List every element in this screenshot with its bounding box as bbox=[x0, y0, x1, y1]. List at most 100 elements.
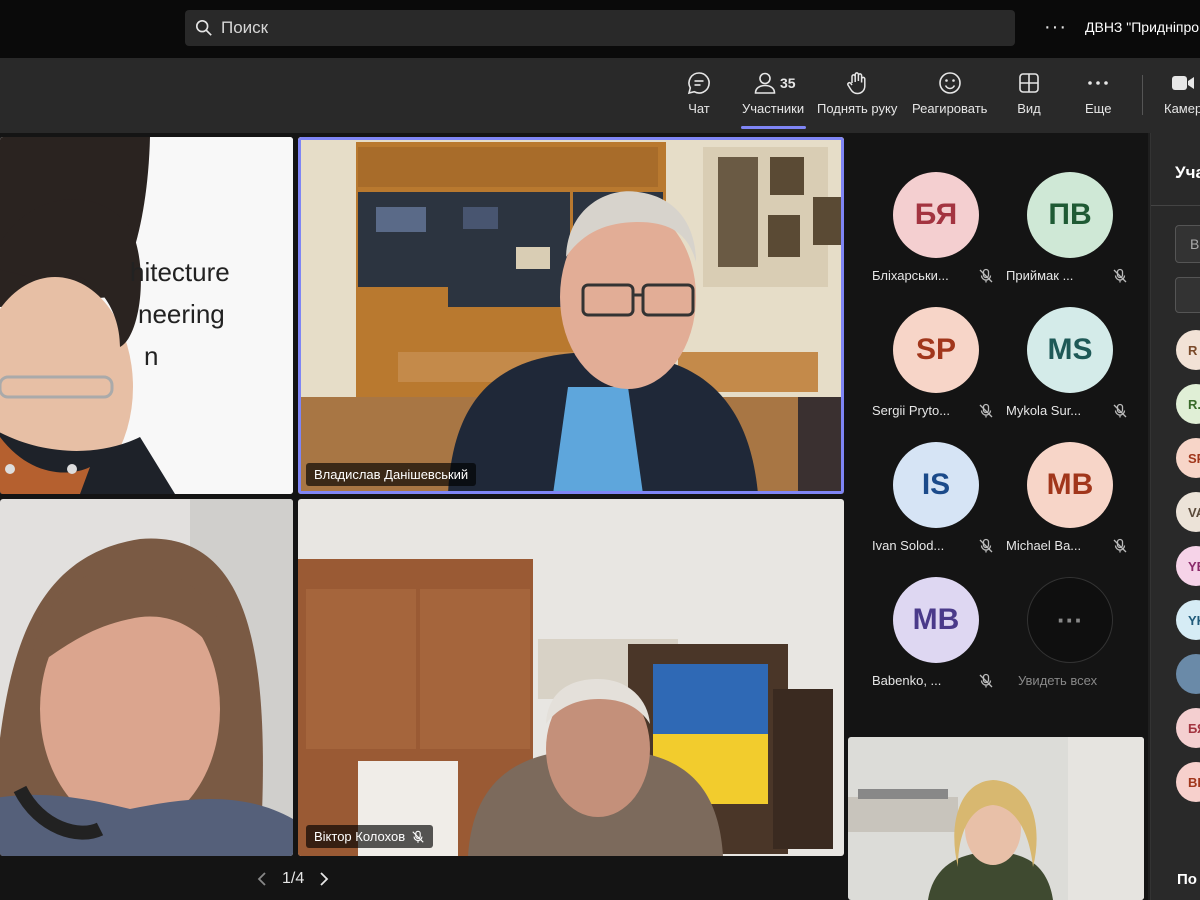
more-options-icon[interactable]: ··· bbox=[1044, 16, 1067, 39]
panel-participant-avatar[interactable]: БЯ bbox=[1176, 708, 1200, 748]
participants-count: 35 bbox=[780, 75, 796, 91]
page-navigation: 1/4 bbox=[256, 870, 330, 888]
self-video bbox=[848, 737, 1144, 900]
participants-label: Участники bbox=[742, 101, 805, 116]
avatar: ПВ bbox=[1027, 172, 1113, 258]
title-bar: Поиск ··· ДВНЗ "Придніпро bbox=[0, 0, 1200, 58]
roster-participant[interactable]: IS Ivan Solod... bbox=[872, 442, 1000, 572]
slide-line: n bbox=[144, 341, 159, 371]
participant-name: Ivan Solod... bbox=[872, 538, 945, 553]
ellipsis-icon: ··· bbox=[1027, 577, 1113, 663]
video-tile[interactable]: hitecture neering n bbox=[0, 137, 293, 494]
panel-participant-avatar[interactable]: R bbox=[1176, 330, 1200, 370]
search-placeholder: Поиск bbox=[221, 18, 269, 37]
view-button[interactable]: Вид bbox=[1016, 70, 1042, 116]
chat-icon bbox=[687, 72, 710, 95]
participant-video bbox=[298, 499, 844, 856]
avatar: MB bbox=[1027, 442, 1113, 528]
avatar: MB bbox=[893, 577, 979, 663]
participant-name: Приймак ... bbox=[1006, 268, 1074, 283]
panel-participant-avatar[interactable]: SP bbox=[1176, 438, 1200, 478]
panel-participant-avatar[interactable]: YK bbox=[1176, 600, 1200, 640]
participant-name-tag: Віктор Колохов bbox=[306, 825, 434, 848]
slide-line: neering bbox=[138, 299, 225, 329]
panel-participant-avatar[interactable]: YB bbox=[1176, 546, 1200, 586]
participant-name: Віктор Колохов bbox=[314, 829, 406, 844]
self-view-tile[interactable] bbox=[848, 737, 1144, 900]
participant-video bbox=[298, 137, 844, 494]
mic-muted-icon bbox=[1112, 538, 1128, 554]
toolbar-divider bbox=[1142, 75, 1143, 115]
chevron-left-icon[interactable] bbox=[256, 871, 268, 887]
participant-name: Бліхарськи... bbox=[872, 268, 949, 283]
see-all-participants[interactable]: ··· Увидеть всех bbox=[1006, 577, 1134, 707]
avatar: IS bbox=[893, 442, 979, 528]
avatar: MS bbox=[1027, 307, 1113, 393]
raise-hand-label: Поднять руку bbox=[817, 101, 898, 116]
mic-muted-icon bbox=[1112, 403, 1128, 419]
active-speaker-tile[interactable]: Владислав Данішевський bbox=[298, 137, 844, 494]
more-button[interactable]: Еще bbox=[1085, 70, 1111, 116]
roster-participant[interactable]: БЯ Бліхарськи... bbox=[872, 172, 1000, 302]
participant-name: Mykola Sur... bbox=[1006, 403, 1082, 418]
panel-participant-avatar[interactable] bbox=[1176, 654, 1200, 694]
slide-line: hitecture bbox=[130, 257, 230, 287]
chevron-right-icon[interactable] bbox=[318, 871, 330, 887]
organization-name[interactable]: ДВНЗ "Придніпро bbox=[1085, 19, 1199, 35]
participants-button[interactable]: 35 Участники bbox=[742, 70, 804, 116]
people-icon bbox=[754, 72, 776, 94]
more-label: Еще bbox=[1085, 101, 1112, 116]
page-indicator: 1/4 bbox=[282, 870, 305, 887]
avatar: БЯ bbox=[893, 172, 979, 258]
roster-participant[interactable]: MB Michael Ba... bbox=[1006, 442, 1134, 572]
invite-search-input[interactable]: В bbox=[1175, 225, 1200, 263]
smiley-icon bbox=[938, 72, 961, 94]
video-tile[interactable]: Віктор Колохов bbox=[298, 499, 844, 856]
mic-muted-icon bbox=[978, 673, 994, 689]
participant-name: Sergii Pryto... bbox=[872, 403, 951, 418]
panel-participant-avatar[interactable]: ВК bbox=[1176, 762, 1200, 802]
participant-video bbox=[0, 499, 293, 856]
raise-hand-button[interactable]: Поднять руку bbox=[817, 70, 897, 116]
panel-action-button[interactable] bbox=[1175, 277, 1200, 313]
react-button[interactable]: Реагировать bbox=[912, 70, 987, 116]
participant-name: Babenko, ... bbox=[872, 673, 942, 688]
ellipsis-icon bbox=[1088, 81, 1109, 85]
input-placeholder: В bbox=[1190, 236, 1200, 252]
active-tab-indicator bbox=[741, 126, 806, 129]
hand-icon bbox=[847, 72, 866, 95]
panel-section-label: По bbox=[1177, 871, 1197, 888]
panel-title: Уча bbox=[1175, 163, 1200, 182]
mic-muted-icon bbox=[412, 830, 424, 843]
participant-name-tag: Владислав Данішевський bbox=[306, 463, 477, 486]
panel-participant-avatar[interactable]: R. bbox=[1176, 384, 1200, 424]
avatar: SP bbox=[893, 307, 979, 393]
camera-label: Камер bbox=[1164, 101, 1200, 116]
chat-label: Чат bbox=[688, 101, 710, 116]
mic-muted-icon bbox=[978, 403, 994, 419]
participants-panel: Уча В R R. SP VA YB YK БЯ ВК По bbox=[1150, 133, 1200, 900]
meeting-toolbar: Чат 35 Участники Поднять руку Реагироват… bbox=[0, 58, 1200, 133]
search-icon bbox=[195, 19, 212, 36]
view-label: Вид bbox=[1017, 101, 1041, 116]
see-all-label: Увидеть всех bbox=[1018, 673, 1098, 688]
mic-muted-icon bbox=[1112, 268, 1128, 284]
roster-participant[interactable]: SP Sergii Pryto... bbox=[872, 307, 1000, 437]
camera-icon bbox=[1172, 76, 1195, 90]
mic-muted-icon bbox=[978, 268, 994, 284]
slide-text: hitecture neering n bbox=[130, 251, 230, 377]
search-input[interactable]: Поиск bbox=[185, 10, 1015, 46]
roster-participant[interactable]: ПВ Приймак ... bbox=[1006, 172, 1134, 302]
participant-name: Michael Ba... bbox=[1006, 538, 1082, 553]
roster-participant[interactable]: MB Babenko, ... bbox=[872, 577, 1000, 707]
video-tile[interactable] bbox=[0, 499, 293, 856]
react-label: Реагировать bbox=[912, 101, 988, 116]
roster-participant[interactable]: MS Mykola Sur... bbox=[1006, 307, 1134, 437]
participant-name: Владислав Данішевський bbox=[314, 467, 469, 482]
panel-divider bbox=[1151, 205, 1200, 206]
camera-button[interactable]: Камер bbox=[1164, 70, 1200, 116]
mic-muted-icon bbox=[978, 538, 994, 554]
chat-button[interactable]: Чат bbox=[686, 70, 712, 116]
layout-grid-icon bbox=[1019, 73, 1039, 93]
panel-participant-avatar[interactable]: VA bbox=[1176, 492, 1200, 532]
